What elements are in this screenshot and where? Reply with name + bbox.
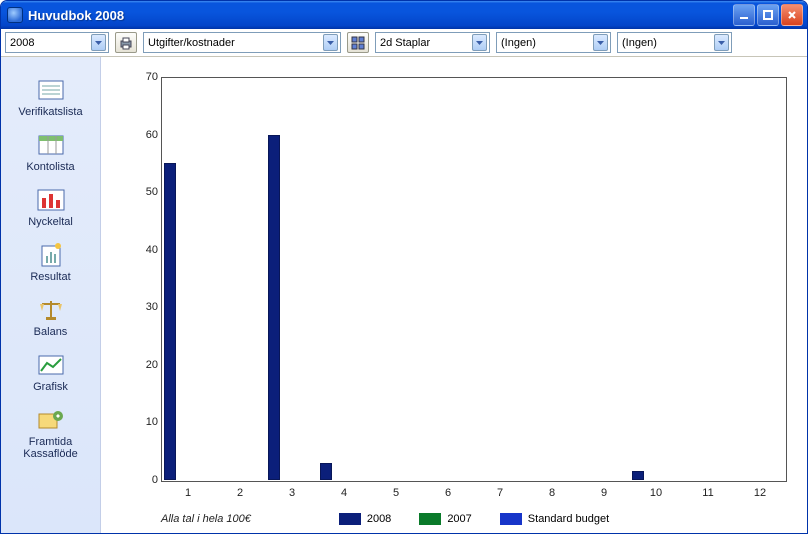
category-combo-value: Utgifter/kostnader (148, 37, 320, 49)
x-tick: 1 (173, 487, 203, 499)
sidebar-item-resultat[interactable]: Resultat (5, 236, 97, 291)
toolbar: 2008 Utgifter/kostnader 2d Staplar (Inge… (1, 29, 807, 57)
bar (164, 163, 176, 480)
sidebar-item-label: Kontolista (5, 161, 97, 173)
filter1-combo[interactable]: (Ingen) (496, 32, 611, 53)
y-tick: 20 (136, 359, 158, 371)
chart-settings-button[interactable] (347, 32, 369, 53)
print-button[interactable] (115, 32, 137, 53)
x-tick: 11 (693, 487, 723, 499)
legend-swatch (339, 513, 361, 525)
sidebar-item-nyckeltal[interactable]: Nyckeltal (5, 181, 97, 236)
y-tick: 10 (136, 416, 158, 428)
plot-frame: 010203040506070123456789101112 (161, 77, 787, 482)
chevron-down-icon (593, 34, 608, 51)
grid-icon (351, 36, 365, 50)
x-tick: 9 (589, 487, 619, 499)
chevron-down-icon (472, 34, 487, 51)
sidebar-item-grafisk[interactable]: Grafisk (5, 346, 97, 401)
content: Verifikatslista Kontolista Nyckeltal Res… (1, 57, 807, 533)
window-buttons (733, 4, 803, 26)
sidebar-item-framtida-kassaflode[interactable]: Framtida Kassaflöde (5, 401, 97, 468)
x-tick: 7 (485, 487, 515, 499)
chevron-down-icon (714, 34, 729, 51)
year-combo[interactable]: 2008 (5, 32, 109, 53)
cashflow-icon (35, 406, 67, 434)
close-button[interactable] (781, 4, 803, 26)
sidebar-item-verifikatslista[interactable]: Verifikatslista (5, 71, 97, 126)
category-combo[interactable]: Utgifter/kostnader (143, 32, 341, 53)
chevron-down-icon (323, 34, 338, 51)
printer-icon (119, 36, 133, 50)
maximize-button[interactable] (757, 4, 779, 26)
sidebar-item-label: Framtida Kassaflöde (5, 436, 97, 460)
chart-area: 010203040506070123456789101112 Alla tal … (101, 57, 807, 533)
legend: 2008 2007 Standard budget (161, 513, 787, 525)
chart-type-combo-value: 2d Staplar (380, 37, 469, 49)
window-title: Huvudbok 2008 (28, 8, 733, 23)
y-tick: 60 (136, 129, 158, 141)
x-tick: 4 (329, 487, 359, 499)
bar (320, 463, 332, 480)
sidebar-item-kontolista[interactable]: Kontolista (5, 126, 97, 181)
bar (268, 135, 280, 480)
sidebar-item-balans[interactable]: Balans (5, 291, 97, 346)
bar-chart-icon (35, 186, 67, 214)
titlebar: Huvudbok 2008 (1, 1, 807, 29)
y-tick: 50 (136, 186, 158, 198)
x-tick: 2 (225, 487, 255, 499)
sidebar-item-label: Balans (5, 326, 97, 338)
legend-label: 2007 (447, 513, 471, 525)
chart-type-combo[interactable]: 2d Staplar (375, 32, 490, 53)
x-tick: 8 (537, 487, 567, 499)
scales-icon (35, 296, 67, 324)
y-tick: 70 (136, 71, 158, 83)
spreadsheet-icon (35, 131, 67, 159)
document-list-icon (35, 76, 67, 104)
filter2-combo-value: (Ingen) (622, 37, 711, 49)
sidebar-item-label: Nyckeltal (5, 216, 97, 228)
report-icon (35, 241, 67, 269)
x-tick: 12 (745, 487, 775, 499)
bar (632, 471, 644, 480)
legend-swatch (500, 513, 522, 525)
legend-swatch (419, 513, 441, 525)
legend-item: Standard budget (500, 513, 609, 525)
x-tick: 6 (433, 487, 463, 499)
legend-label: 2008 (367, 513, 391, 525)
sidebar: Verifikatslista Kontolista Nyckeltal Res… (1, 57, 101, 533)
sidebar-item-label: Grafisk (5, 381, 97, 393)
y-tick: 0 (136, 474, 158, 486)
x-tick: 3 (277, 487, 307, 499)
x-tick: 5 (381, 487, 411, 499)
app-icon (7, 7, 23, 23)
legend-item: 2008 (339, 513, 391, 525)
x-tick: 10 (641, 487, 671, 499)
sidebar-item-label: Verifikatslista (5, 106, 97, 118)
y-tick: 40 (136, 244, 158, 256)
filter1-combo-value: (Ingen) (501, 37, 590, 49)
minimize-button[interactable] (733, 4, 755, 26)
year-combo-value: 2008 (10, 37, 88, 49)
y-tick: 30 (136, 301, 158, 313)
sidebar-item-label: Resultat (5, 271, 97, 283)
chevron-down-icon (91, 34, 106, 51)
filter2-combo[interactable]: (Ingen) (617, 32, 732, 53)
line-chart-icon (35, 351, 67, 379)
legend-item: 2007 (419, 513, 471, 525)
app-window: Huvudbok 2008 2008 Utgifter/kostnader (0, 0, 808, 534)
legend-label: Standard budget (528, 513, 609, 525)
